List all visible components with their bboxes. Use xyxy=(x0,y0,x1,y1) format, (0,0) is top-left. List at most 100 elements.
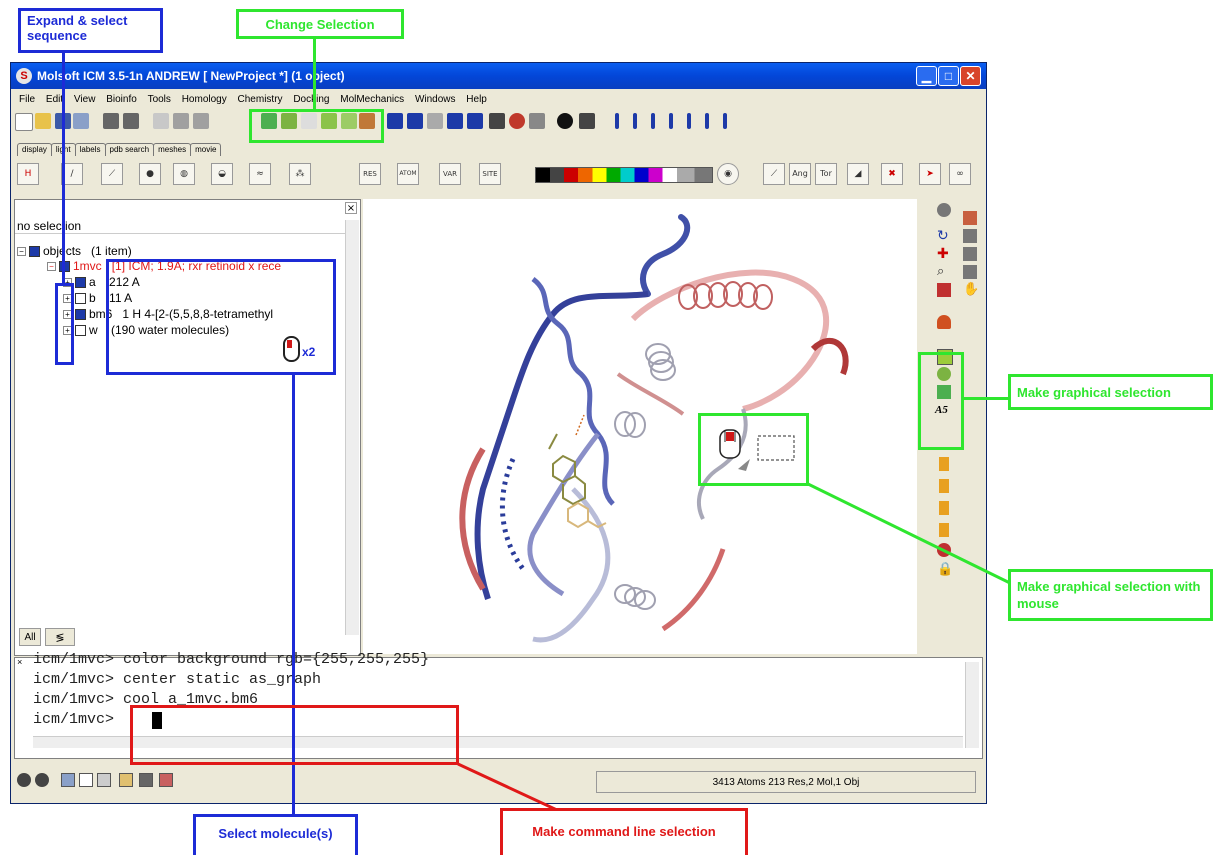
search-icon[interactable] xyxy=(173,113,189,129)
color-palette[interactable] xyxy=(535,167,713,183)
title-bar[interactable]: S Molsoft ICM 3.5-1n ANDREW [ NewProject… xyxy=(11,63,986,89)
tab-tree-icon[interactable]: ≶ xyxy=(45,628,75,646)
angle-icon[interactable]: Ang xyxy=(789,163,811,185)
console-close-icon[interactable]: × xyxy=(17,658,27,668)
align-icon-2[interactable] xyxy=(633,113,637,129)
translate-icon[interactable]: ✚ xyxy=(937,247,951,261)
hand-icon[interactable]: ✋ xyxy=(963,283,979,297)
panel-close-icon[interactable]: × xyxy=(345,202,357,214)
arrow-icon[interactable]: ➤ xyxy=(919,163,941,185)
menu-molmechanics[interactable]: MolMechanics xyxy=(340,91,404,109)
status-layout-icon[interactable] xyxy=(119,773,133,787)
align-icon-6[interactable] xyxy=(705,113,709,129)
globe-icon[interactable] xyxy=(509,113,525,129)
redo-icon[interactable] xyxy=(123,113,139,129)
window-icon[interactable] xyxy=(467,113,483,129)
stereo-icon[interactable] xyxy=(407,113,423,129)
tab-movie[interactable]: movie xyxy=(190,143,222,156)
light-icon[interactable] xyxy=(937,315,951,329)
font-icon[interactable] xyxy=(489,113,505,129)
clip-icon[interactable] xyxy=(937,283,951,297)
menu-view[interactable]: View xyxy=(74,91,96,109)
objects-checkbox[interactable] xyxy=(29,246,40,258)
connect-icon[interactable]: ∞ xyxy=(949,163,971,185)
menu-bar: File Edit View Bioinfo Tools Homology Ch… xyxy=(11,91,986,109)
label-atom-icon[interactable]: ATOM xyxy=(397,163,419,185)
grid-icon[interactable] xyxy=(447,113,463,129)
rotate-x-icon[interactable] xyxy=(963,211,977,225)
tab-all[interactable]: All xyxy=(19,628,41,646)
molecule-a-checkbox[interactable] xyxy=(75,277,86,289)
menu-tools[interactable]: Tools xyxy=(148,91,171,109)
label-res-icon[interactable]: RES xyxy=(359,163,381,185)
slab-icon-1[interactable] xyxy=(939,457,949,471)
menu-docking[interactable]: Docking xyxy=(293,91,329,109)
align-icon-7[interactable] xyxy=(723,113,727,129)
tools-icon[interactable] xyxy=(529,113,545,129)
skin-icon[interactable]: ◒ xyxy=(211,163,233,185)
new-file-icon[interactable] xyxy=(15,113,33,131)
tree-scrollbar[interactable] xyxy=(345,220,359,635)
fog-icon[interactable] xyxy=(387,113,403,129)
molecule-w-checkbox[interactable] xyxy=(75,325,86,337)
clear-measure-icon[interactable]: ✖ xyxy=(881,163,903,185)
molecule-b-checkbox[interactable] xyxy=(75,293,86,305)
undo-icon[interactable] xyxy=(103,113,119,129)
collapse-objects-icon[interactable]: − xyxy=(17,247,26,257)
tab-pdb-search[interactable]: pdb search xyxy=(104,143,155,156)
minimize-button[interactable]: ▁ xyxy=(916,66,937,86)
rotate-icon[interactable]: ↻ xyxy=(937,229,951,243)
status-sphere-icon-1[interactable] xyxy=(17,773,31,787)
find-icon[interactable] xyxy=(193,113,209,129)
display-reset-icon[interactable]: H xyxy=(17,163,39,185)
menu-homology[interactable]: Homology xyxy=(182,91,227,109)
menu-bioinfo[interactable]: Bioinfo xyxy=(106,91,137,109)
center-icon[interactable] xyxy=(937,203,951,217)
tab-display[interactable]: display xyxy=(17,143,52,156)
measure-icon[interactable]: ◢ xyxy=(847,163,869,185)
sphere-icon[interactable] xyxy=(557,113,573,129)
zoom-molecule-icon[interactable] xyxy=(963,265,977,279)
distance-icon[interactable]: ⟋ xyxy=(763,163,785,185)
align-icon-4[interactable] xyxy=(669,113,673,129)
align-icon-1[interactable] xyxy=(615,113,619,129)
translate-molecule-icon[interactable] xyxy=(963,247,977,261)
ribbon-icon[interactable]: ≈ xyxy=(249,163,271,185)
status-window-icon-2[interactable] xyxy=(79,773,93,787)
status-tools-icon[interactable] xyxy=(159,773,173,787)
pdb-search-icon[interactable] xyxy=(153,113,169,129)
menu-edit[interactable]: Edit xyxy=(46,91,63,109)
surface-icon[interactable]: ◍ xyxy=(173,163,195,185)
menu-file[interactable]: File xyxy=(19,91,35,109)
open-folder-icon[interactable] xyxy=(35,113,51,129)
move-molecule-icon[interactable] xyxy=(963,229,977,243)
close-button[interactable]: ✕ xyxy=(960,66,981,86)
cpk-icon[interactable]: ● xyxy=(139,163,161,185)
glasses-icon[interactable] xyxy=(427,113,443,129)
status-window-icon-3[interactable] xyxy=(97,773,111,787)
menu-windows[interactable]: Windows xyxy=(415,91,456,109)
save-as-icon[interactable] xyxy=(73,113,89,129)
label-var-icon[interactable]: VAR xyxy=(439,163,461,185)
zoom-icon[interactable]: ⌕ xyxy=(937,265,951,279)
tab-labels[interactable]: labels xyxy=(74,143,106,156)
console-scrollbar[interactable] xyxy=(965,662,979,748)
collapse-1mvc-icon[interactable]: − xyxy=(47,262,56,272)
status-sphere-icon-2[interactable] xyxy=(35,773,49,787)
status-camera-icon[interactable] xyxy=(139,773,153,787)
tree-row-objects[interactable]: −objects (1 item) xyxy=(17,244,132,258)
xstick-icon[interactable]: ⁂ xyxy=(289,163,311,185)
stick-icon[interactable]: ⟋ xyxy=(101,163,123,185)
color-wheel-icon[interactable]: ◉ xyxy=(717,163,739,185)
label-site-icon[interactable]: SITE xyxy=(479,163,501,185)
tab-meshes[interactable]: meshes xyxy=(153,143,192,156)
align-icon-3[interactable] xyxy=(651,113,655,129)
maximize-button[interactable]: □ xyxy=(938,66,959,86)
status-window-icon-1[interactable] xyxy=(61,773,75,787)
menu-chemistry[interactable]: Chemistry xyxy=(238,91,283,109)
align-icon-5[interactable] xyxy=(687,113,691,129)
torsion-icon[interactable]: Tor xyxy=(815,163,837,185)
menu-help[interactable]: Help xyxy=(466,91,487,109)
molecule-bm6-checkbox[interactable] xyxy=(75,309,86,321)
eye-icon[interactable] xyxy=(579,113,595,129)
